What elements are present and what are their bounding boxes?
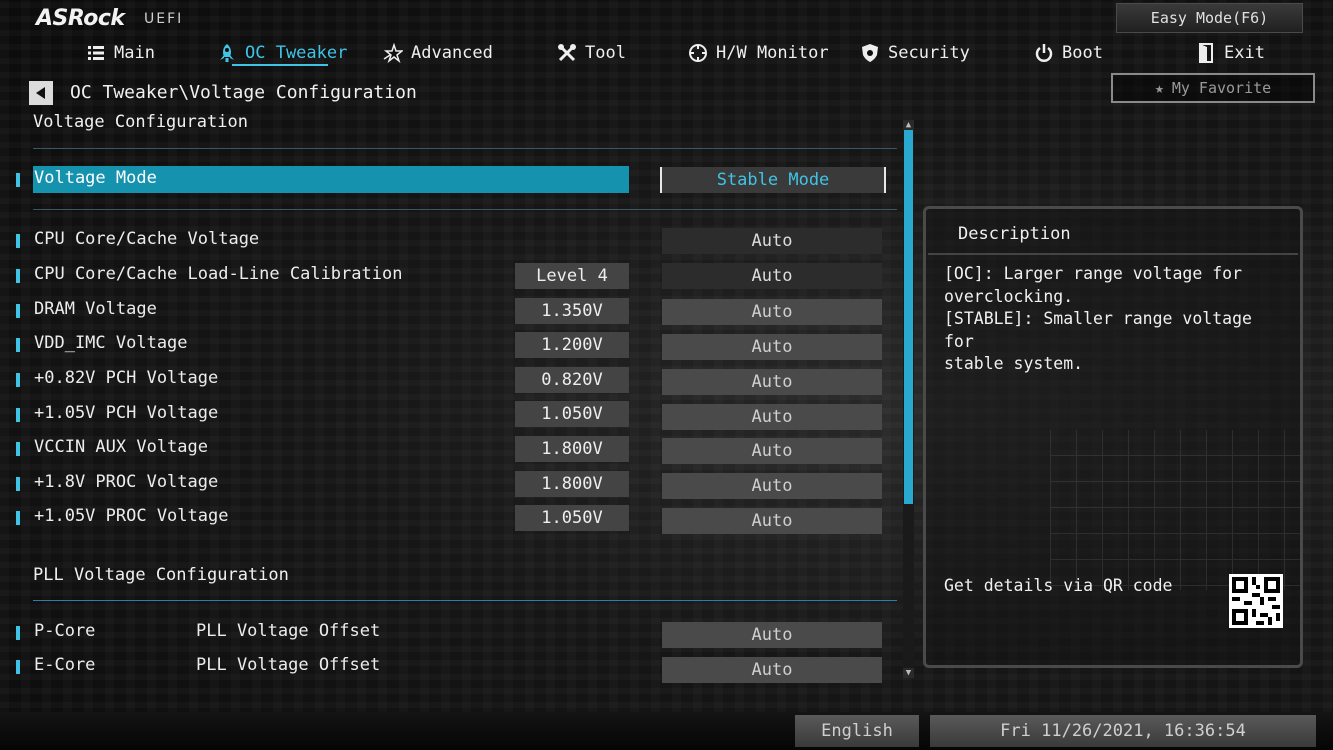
description-title: Description	[958, 224, 1071, 244]
power-icon	[1034, 43, 1054, 63]
vccin-aux-voltage-label[interactable]: VCCIN AUX Voltage	[34, 437, 208, 457]
pch-082-voltage-option[interactable]: Auto	[662, 369, 882, 395]
star-icon: ★	[1154, 79, 1164, 97]
tab-tool-label: Tool	[585, 43, 626, 63]
tab-boot-label: Boot	[1062, 43, 1103, 63]
easy-mode-button[interactable]: Easy Mode(F6)	[1116, 3, 1303, 33]
llc-value: Level 4	[515, 263, 629, 289]
proc-18-voltage-label[interactable]: +1.8V PROC Voltage	[34, 472, 218, 492]
my-favorite-label: My Favorite	[1171, 79, 1272, 97]
row-marker	[16, 173, 20, 187]
list-icon	[86, 43, 106, 63]
row-marker	[16, 660, 20, 674]
tab-advanced[interactable]: Advanced	[383, 40, 493, 66]
scroll-up-icon[interactable]: ▲	[903, 120, 914, 130]
cpu-core-cache-voltage-label[interactable]: CPU Core/Cache Voltage	[34, 229, 259, 249]
proc-18-voltage-value: 1.800V	[515, 471, 629, 497]
p-core-pll-offset-option[interactable]: Auto	[662, 622, 882, 648]
divider	[928, 253, 1298, 255]
tab-oc-tweaker[interactable]: OC Tweaker	[217, 40, 347, 66]
llc-label[interactable]: CPU Core/Cache Load-Line Calibration	[34, 264, 402, 284]
e-core-label[interactable]: E-Core	[34, 655, 95, 675]
decorative-pattern	[1050, 430, 1300, 590]
tab-hw-monitor-label: H/W Monitor	[716, 43, 829, 63]
divider	[33, 209, 897, 210]
qr-code-icon[interactable]	[1229, 574, 1283, 628]
tab-main-label: Main	[114, 43, 155, 63]
tab-boot[interactable]: Boot	[1034, 40, 1103, 66]
vccin-aux-voltage-option[interactable]: Auto	[662, 438, 882, 464]
divider	[33, 148, 897, 149]
proc-105-voltage-value: 1.050V	[515, 505, 629, 531]
datetime-display: Fri 11/26/2021, 16:36:54	[930, 715, 1316, 747]
voltage-mode-label[interactable]: Voltage Mode	[34, 168, 157, 188]
active-tab-underline	[232, 64, 328, 66]
pch-082-voltage-value: 0.820V	[515, 367, 629, 393]
llc-option[interactable]: Auto	[662, 263, 882, 289]
pll-section-title: PLL Voltage Configuration	[33, 565, 289, 585]
tab-security-label: Security	[888, 43, 970, 63]
row-marker	[16, 626, 20, 640]
exit-door-icon	[1196, 43, 1216, 63]
vdd-imc-voltage-option[interactable]: Auto	[662, 334, 882, 360]
proc-105-voltage-label[interactable]: +1.05V PROC Voltage	[34, 506, 228, 526]
p-core-label[interactable]: P-Core	[34, 621, 95, 641]
tab-exit-label: Exit	[1224, 43, 1265, 63]
vccin-aux-voltage-value: 1.800V	[515, 436, 629, 462]
voltage-mode-option[interactable]: Stable Mode	[660, 167, 886, 193]
breadcrumb: OC Tweaker\Voltage Configuration	[70, 82, 417, 103]
e-core-pll-offset-option[interactable]: Auto	[662, 657, 882, 683]
row-marker	[16, 304, 20, 318]
my-favorite-button[interactable]: ★ My Favorite	[1111, 73, 1315, 103]
tab-tool[interactable]: Tool	[557, 40, 626, 66]
back-arrow-icon	[36, 87, 45, 99]
row-marker	[16, 234, 20, 248]
tab-oc-tweaker-label: OC Tweaker	[245, 43, 348, 63]
tools-icon	[557, 43, 577, 63]
qr-code-label: Get details via QR code	[944, 576, 1173, 595]
rocket-icon	[217, 43, 237, 63]
scrollbar-thumb[interactable]	[904, 130, 913, 504]
monitor-icon	[688, 43, 708, 63]
tab-advanced-label: Advanced	[411, 43, 493, 63]
pch-082-voltage-label[interactable]: +0.82V PCH Voltage	[34, 368, 218, 388]
cpu-core-cache-voltage-option[interactable]: Auto	[662, 228, 882, 254]
tab-exit[interactable]: Exit	[1196, 40, 1265, 66]
pch-105-voltage-value: 1.050V	[515, 401, 629, 427]
tab-main[interactable]: Main	[86, 40, 155, 66]
vdd-imc-voltage-label[interactable]: VDD_IMC Voltage	[34, 333, 188, 353]
vdd-imc-voltage-value: 1.200V	[515, 332, 629, 358]
description-text: [OC]: Larger range voltage for overclock…	[944, 264, 1252, 373]
row-marker	[16, 477, 20, 491]
e-core-pll-offset-label: PLL Voltage Offset	[196, 655, 381, 675]
scroll-down-icon[interactable]: ▼	[903, 668, 914, 678]
row-marker	[16, 373, 20, 387]
row-marker	[16, 511, 20, 525]
divider	[33, 600, 897, 601]
star-icon	[383, 43, 403, 63]
tab-security[interactable]: Security	[860, 40, 970, 66]
uefi-label: UEFI	[144, 11, 184, 27]
p-core-pll-offset-label: PLL Voltage Offset	[196, 621, 381, 641]
row-marker	[16, 338, 20, 352]
dram-voltage-value: 1.350V	[515, 298, 629, 324]
section-title: Voltage Configuration	[33, 112, 248, 132]
language-button[interactable]: English	[795, 715, 919, 747]
back-button[interactable]	[29, 81, 53, 105]
dram-voltage-label[interactable]: DRAM Voltage	[34, 299, 157, 319]
dram-voltage-option[interactable]: Auto	[662, 299, 882, 325]
row-marker	[16, 269, 20, 283]
pch-105-voltage-label[interactable]: +1.05V PCH Voltage	[34, 403, 218, 423]
row-marker	[16, 408, 20, 422]
tab-hw-monitor[interactable]: H/W Monitor	[688, 40, 829, 66]
proc-18-voltage-option[interactable]: Auto	[662, 473, 882, 499]
shield-icon	[860, 43, 880, 63]
proc-105-voltage-option[interactable]: Auto	[662, 508, 882, 534]
pch-105-voltage-option[interactable]: Auto	[662, 404, 882, 430]
row-marker	[16, 442, 20, 456]
asrock-logo: ASRock	[36, 6, 125, 31]
